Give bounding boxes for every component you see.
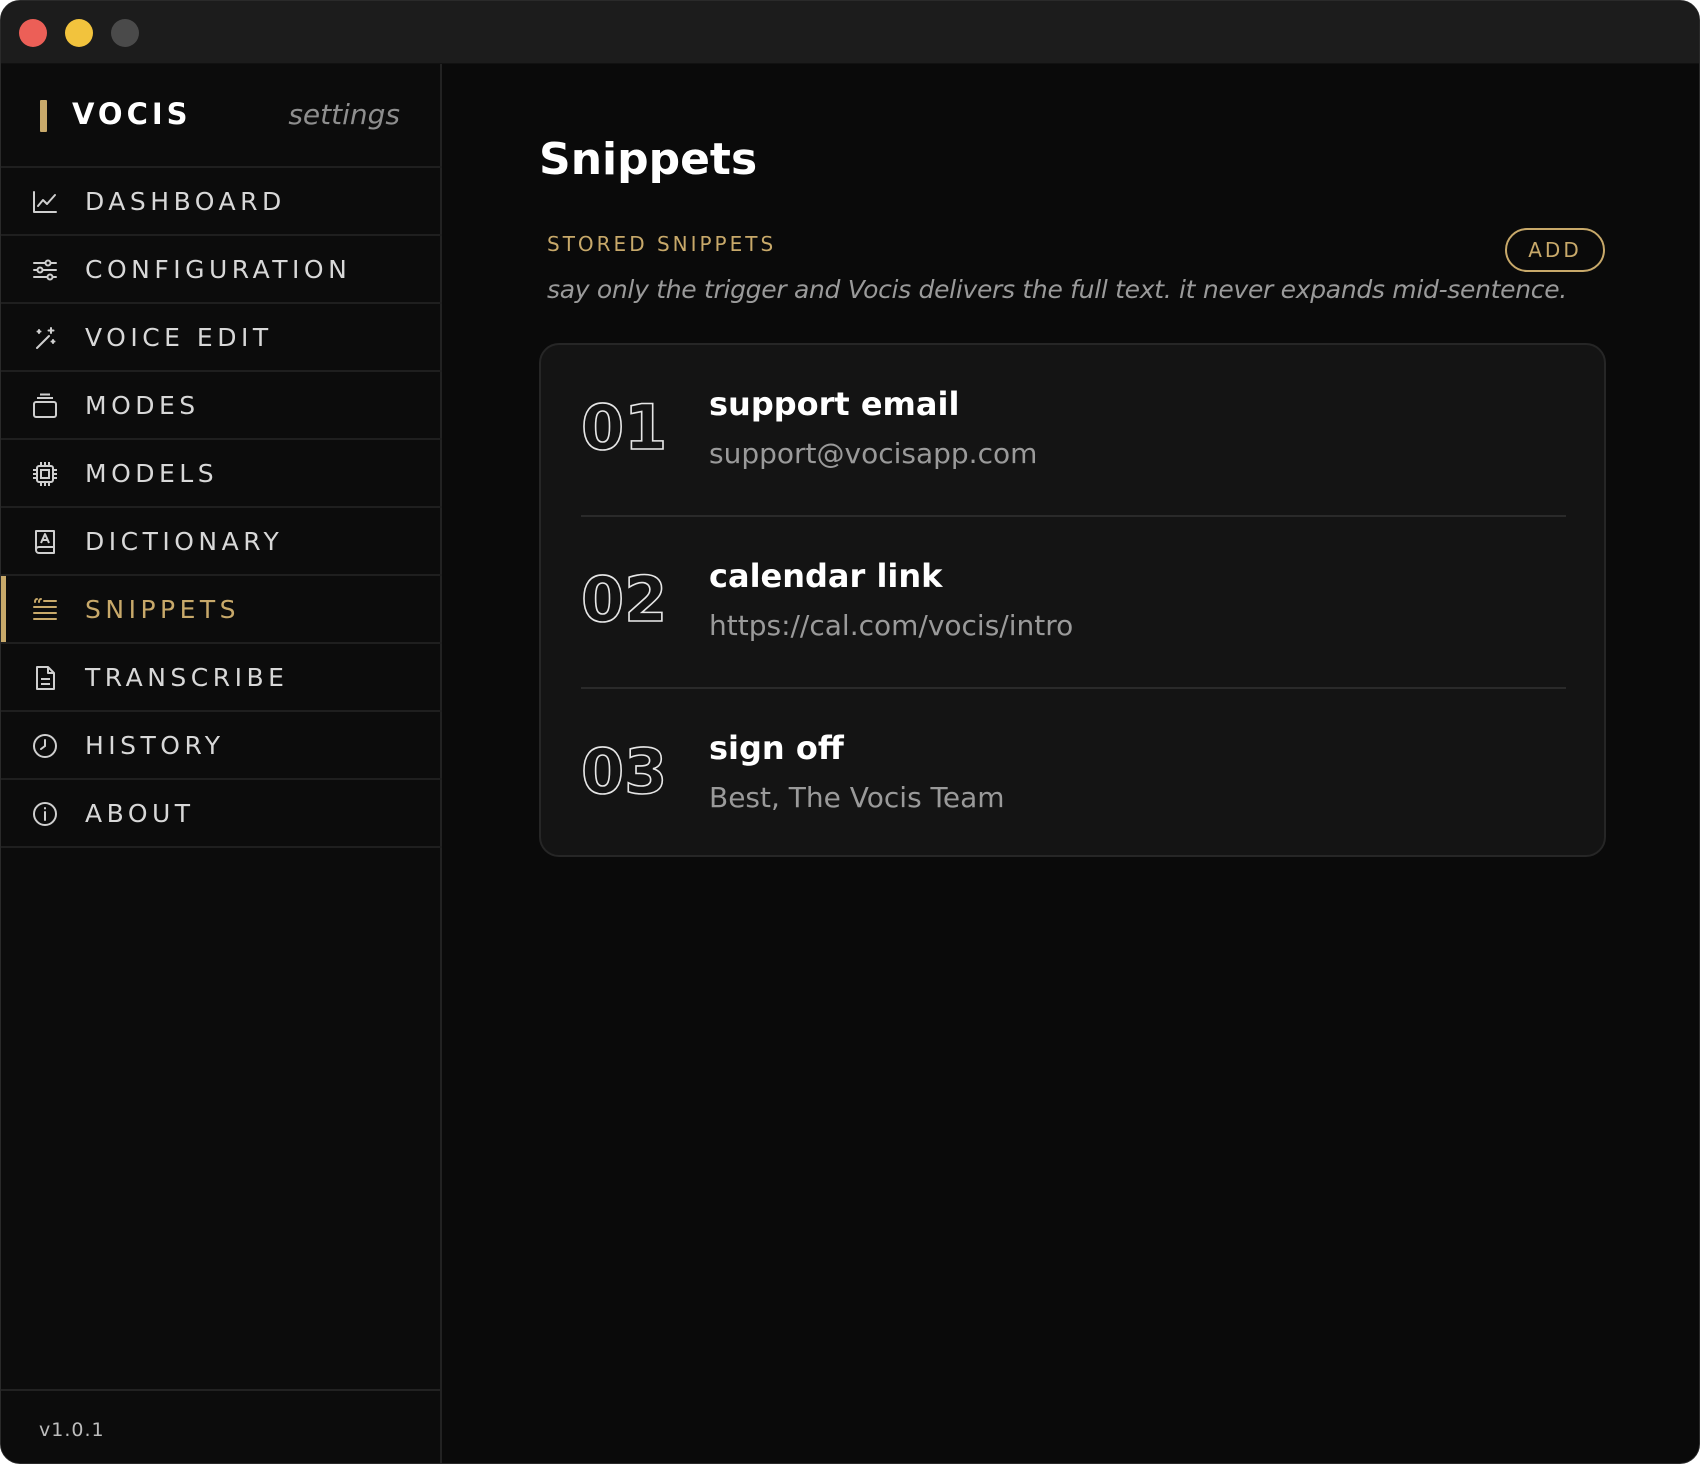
sidebar-item-label: DASHBOARD — [85, 187, 286, 216]
snippet-expansion: support@vocisapp.com — [709, 437, 1038, 470]
stack-icon — [31, 392, 59, 420]
sidebar-item-label: DICTIONARY — [85, 527, 284, 556]
section-description: say only the trigger and Vocis delivers … — [547, 275, 1567, 304]
sidebar-item-label: HISTORY — [85, 731, 225, 760]
svg-text:03: 03 — [581, 741, 667, 803]
book-icon — [31, 528, 59, 556]
title-bar — [1, 1, 1699, 64]
snippet-trigger: calendar link — [709, 557, 943, 595]
close-window-button[interactable] — [19, 19, 47, 47]
snippet-expansion: https://cal.com/vocis/intro — [709, 609, 1074, 642]
snippet-trigger: support email — [709, 385, 960, 423]
clock-icon — [31, 732, 59, 760]
brand-subtitle: settings — [288, 98, 400, 131]
svg-text:02: 02 — [581, 569, 667, 631]
sidebar-item-label: SNIPPETS — [85, 595, 241, 624]
sidebar-item-dashboard[interactable]: DASHBOARD — [1, 168, 442, 236]
brand-accent-bar — [40, 100, 47, 132]
sidebar-item-configuration[interactable]: CONFIGURATION — [1, 236, 442, 304]
app-window: VOCIS settings DASHBOARD CONFIGURATION V… — [0, 0, 1700, 1464]
version-footer: v1.0.1 — [1, 1389, 442, 1463]
sidebar-item-about[interactable]: ABOUT — [1, 780, 442, 848]
snippet-number-graphic: 01 — [580, 390, 668, 465]
sidebar: VOCIS settings DASHBOARD CONFIGURATION V… — [1, 64, 442, 1463]
sidebar-item-label: CONFIGURATION — [85, 255, 352, 284]
snippet-number: 01 — [580, 390, 671, 465]
app-version: v1.0.1 — [39, 1419, 105, 1441]
snippet-row[interactable]: 03 sign off Best, The Vocis Team — [580, 689, 1566, 861]
sidebar-item-dictionary[interactable]: DICTIONARY — [1, 508, 442, 576]
snippet-trigger: sign off — [709, 729, 844, 767]
sliders-icon — [31, 256, 59, 284]
sidebar-item-history[interactable]: HISTORY — [1, 712, 442, 780]
main-content: Snippets STORED SNIPPETS ADD say only th… — [444, 64, 1699, 1463]
sidebar-nav: DASHBOARD CONFIGURATION VOICE EDIT MODES — [1, 168, 442, 848]
section-label: STORED SNIPPETS — [547, 232, 777, 256]
snippets-list: 01 support email support@vocisapp.com 02… — [539, 343, 1606, 857]
chip-icon — [31, 460, 59, 488]
sidebar-item-models[interactable]: MODELS — [1, 440, 442, 508]
snippet-expansion: Best, The Vocis Team — [709, 781, 1005, 814]
sidebar-brand: VOCIS settings — [1, 64, 442, 168]
snippet-number: 02 — [580, 562, 671, 637]
add-snippet-button[interactable]: ADD — [1505, 228, 1605, 272]
sidebar-item-label: ABOUT — [85, 799, 195, 828]
snippet-number-graphic: 02 — [580, 562, 668, 637]
chart-line-icon — [31, 188, 59, 216]
snippet-row[interactable]: 02 calendar link https://cal.com/vocis/i… — [580, 517, 1566, 689]
sidebar-item-modes[interactable]: MODES — [1, 372, 442, 440]
brand-name: VOCIS — [72, 97, 192, 131]
snippet-number: 03 — [580, 734, 671, 809]
page-title: Snippets — [539, 134, 758, 185]
magic-wand-icon — [31, 324, 59, 352]
sidebar-item-label: MODELS — [85, 459, 219, 488]
sidebar-item-label: MODES — [85, 391, 200, 420]
sidebar-item-transcribe[interactable]: TRANSCRIBE — [1, 644, 442, 712]
sidebar-item-label: VOICE EDIT — [85, 323, 273, 352]
document-icon — [31, 664, 59, 692]
sidebar-item-voice-edit[interactable]: VOICE EDIT — [1, 304, 442, 372]
sidebar-item-label: TRANSCRIBE — [85, 663, 289, 692]
info-icon — [31, 800, 59, 828]
minimize-window-button[interactable] — [65, 19, 93, 47]
zoom-window-button[interactable] — [111, 19, 139, 47]
snippet-row[interactable]: 01 support email support@vocisapp.com — [580, 345, 1566, 517]
quote-list-icon — [31, 596, 59, 624]
snippet-number-graphic: 03 — [580, 734, 668, 809]
sidebar-item-snippets[interactable]: SNIPPETS — [1, 576, 442, 644]
svg-text:01: 01 — [581, 397, 667, 459]
